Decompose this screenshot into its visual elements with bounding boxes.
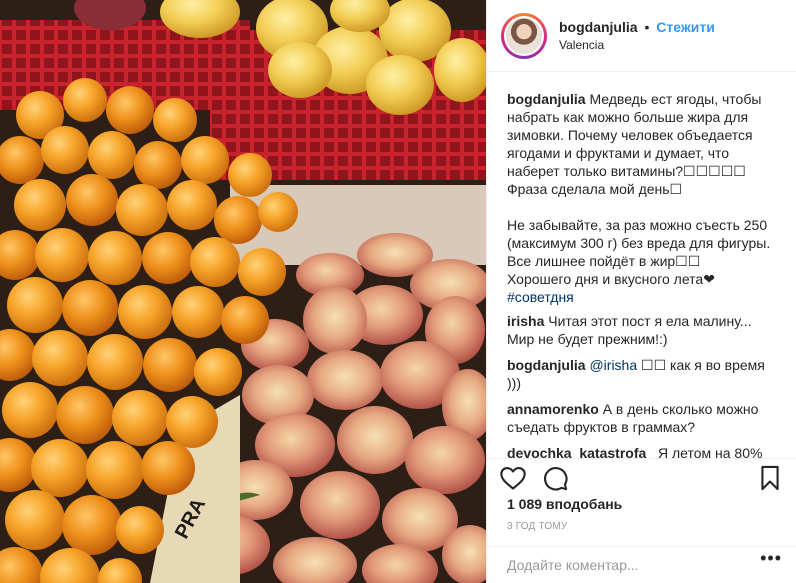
more-icon[interactable]: ••• <box>760 548 782 569</box>
bookmark-icon[interactable] <box>756 464 784 492</box>
comment-username[interactable]: devochka_katastrofa_ <box>507 445 654 458</box>
likes-count[interactable]: 1 089 вподобань <box>507 496 622 512</box>
action-bar <box>487 458 796 496</box>
comment-username[interactable]: bogdanjulia <box>507 357 586 373</box>
comment-item: annamorenko А в день сколько можно съеда… <box>507 400 776 436</box>
header-username[interactable]: bogdanjulia <box>559 19 638 35</box>
caption-username[interactable]: bogdanjulia <box>507 91 586 107</box>
caption-text: Медведь ест ягоды, чтобы набрать как мож… <box>507 91 771 287</box>
avatar-story-ring[interactable] <box>501 12 547 59</box>
comment-item: bogdanjulia @irisha ☐☐ как я во время ))… <box>507 356 776 392</box>
header-text: bogdanjulia • Стежити Valencia <box>559 19 715 52</box>
instagram-post: PRA bogdanjulia • Стежити Valencia bogda… <box>0 0 796 583</box>
comment-text: Читая этот пост я ела малину... Мир не б… <box>507 313 752 347</box>
post-timestamp[interactable]: 3 ГОД ТОМУ <box>507 521 567 532</box>
post-header: bogdanjulia • Стежити Valencia <box>487 0 796 72</box>
comment-mention[interactable]: @irisha <box>589 357 637 373</box>
follow-button[interactable]: Стежити <box>656 19 715 35</box>
location-link[interactable]: Valencia <box>559 38 715 52</box>
caption-hashtag[interactable]: #советдня <box>507 289 574 305</box>
comment-item: devochka_katastrofa_ Я летом на 80% сост… <box>507 444 776 458</box>
fruit-market-photo: PRA <box>0 0 486 583</box>
comment-icon[interactable] <box>541 464 569 492</box>
header-top-line: bogdanjulia • Стежити <box>559 19 715 35</box>
post-sidebar: bogdanjulia • Стежити Valencia bogdanjul… <box>486 0 796 583</box>
comment-username[interactable]: annamorenko <box>507 401 599 417</box>
post-caption: bogdanjulia Медведь ест ягоды, чтобы наб… <box>507 90 776 306</box>
avatar[interactable] <box>504 15 544 56</box>
comment-username[interactable]: irisha <box>507 313 544 329</box>
comment-item: irisha Читая этот пост я ела малину... М… <box>507 312 776 348</box>
comments-list[interactable]: bogdanjulia Медведь ест ягоды, чтобы наб… <box>487 72 796 458</box>
add-comment-bar <box>487 546 796 583</box>
heart-icon[interactable] <box>499 464 527 492</box>
separator-dot: • <box>644 19 650 35</box>
post-photo[interactable]: PRA <box>0 0 486 583</box>
comment-input[interactable] <box>507 557 776 573</box>
